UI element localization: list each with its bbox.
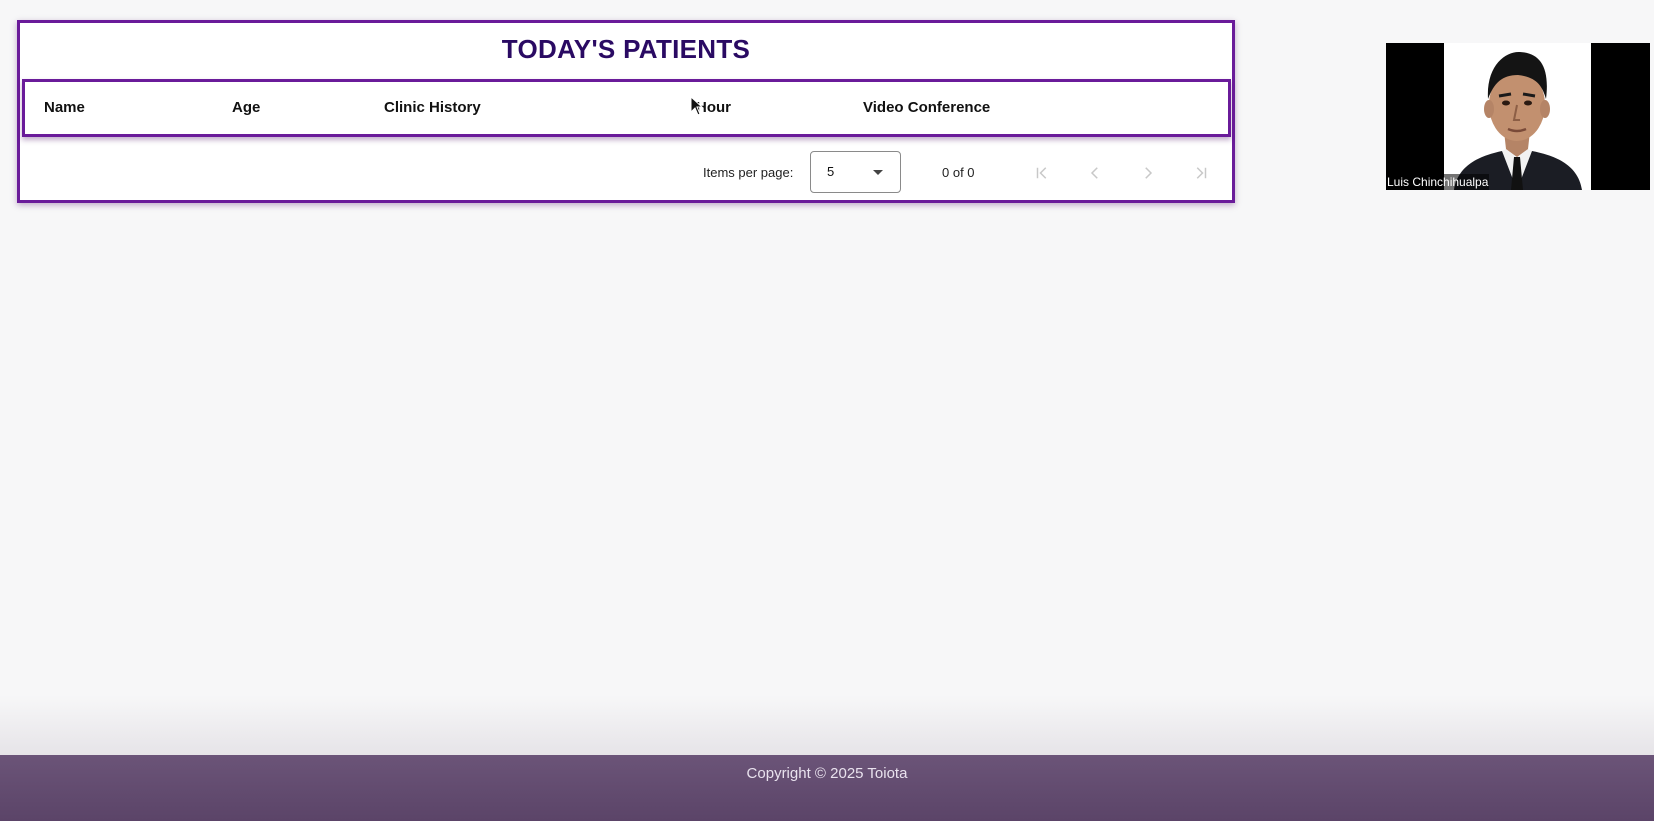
first-page-icon xyxy=(1036,167,1047,179)
video-participant-tile[interactable]: Luis Chinchihualpa xyxy=(1386,43,1650,190)
column-header-video-conference[interactable]: Video Conference xyxy=(863,82,990,134)
mouse-cursor-icon xyxy=(690,96,704,116)
table-header-row: Name Age Clinic History Hour Video Confe… xyxy=(22,79,1231,137)
range-label: 0 of 0 xyxy=(942,165,975,180)
next-page-icon xyxy=(1145,167,1153,179)
participant-photo xyxy=(1444,43,1591,190)
dropdown-arrow-icon xyxy=(873,170,883,175)
items-per-page-label: Items per page: xyxy=(703,165,794,180)
participant-name-label: Luis Chinchihualpa xyxy=(1386,174,1490,190)
footer-fade xyxy=(0,695,1654,755)
page-size-select[interactable]: 5 xyxy=(810,151,901,193)
column-header-clinic-history[interactable]: Clinic History xyxy=(384,82,481,134)
page-size-value: 5 xyxy=(827,164,835,179)
card-title: TODAY'S PATIENTS xyxy=(501,34,751,64)
todays-patients-card: TODAY'S PATIENTS Name Age Clinic History… xyxy=(17,20,1235,203)
column-header-name[interactable]: Name xyxy=(44,82,85,134)
person-avatar-icon xyxy=(1444,43,1591,190)
last-page-button[interactable] xyxy=(1189,161,1213,185)
page-footer: Copyright © 2025 Toiota xyxy=(0,755,1654,821)
copyright-text: Copyright © 2025 Toiota xyxy=(746,765,908,782)
previous-page-button[interactable] xyxy=(1083,161,1107,185)
first-page-button[interactable] xyxy=(1030,161,1054,185)
column-header-age[interactable]: Age xyxy=(232,82,260,134)
next-page-button[interactable] xyxy=(1136,161,1160,185)
last-page-icon xyxy=(1196,167,1207,179)
previous-page-icon xyxy=(1090,167,1098,179)
